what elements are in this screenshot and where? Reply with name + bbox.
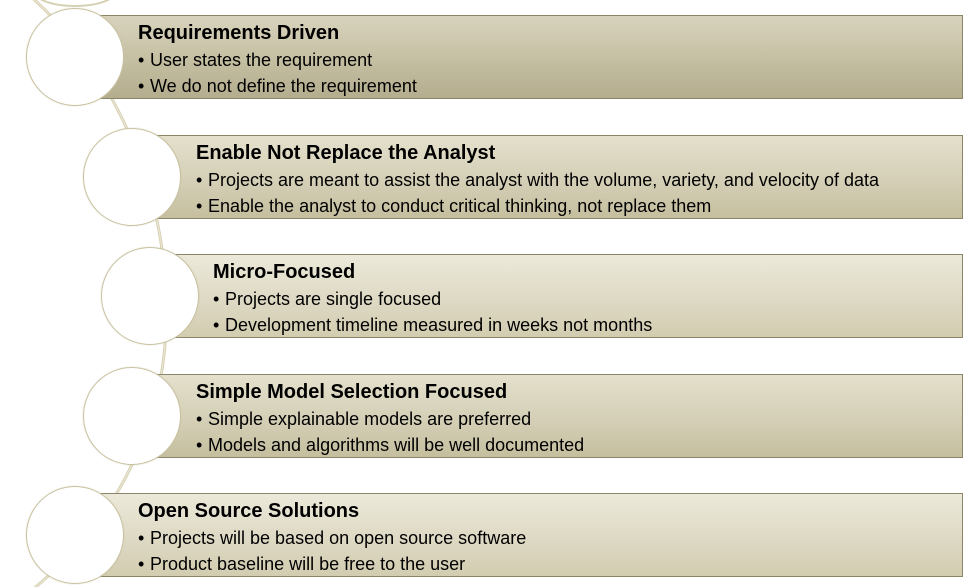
- bullet-text: Projects will be based on open source so…: [150, 528, 527, 548]
- step-bullet: • Development timeline measured in weeks …: [213, 312, 652, 338]
- bullet-icon: •: [138, 528, 145, 548]
- step-text-2: Enable Not Replace the Analyst • Projects…: [196, 139, 879, 219]
- bullet-icon: •: [196, 409, 203, 429]
- bullet-icon: •: [196, 170, 203, 190]
- bullet-text: Simple explainable models are preferred: [208, 409, 532, 429]
- step-bullet: • Projects are single focused: [213, 286, 652, 312]
- process-diagram: Requirements Driven • User states the req…: [0, 0, 977, 587]
- step-bullet: • Product baseline will be free to the us…: [138, 551, 526, 577]
- step-node-4: [83, 367, 181, 465]
- step-bullet: • We do not define the requirement: [138, 73, 417, 99]
- step-title: Simple Model Selection Focused: [196, 381, 508, 403]
- step-title: Enable Not Replace the Analyst: [196, 142, 496, 164]
- bullet-icon: •: [213, 289, 220, 309]
- step-bullet: • User states the requirement: [138, 47, 417, 73]
- step-bullet: • Enable the analyst to conduct critical …: [196, 193, 879, 219]
- step-node-1: [26, 8, 124, 106]
- step-bullet: • Projects will be based on open source s…: [138, 525, 526, 551]
- bullet-icon: •: [196, 435, 203, 455]
- bullet-icon: •: [138, 554, 145, 574]
- bullet-text: User states the requirement: [150, 50, 373, 70]
- step-node-3: [101, 247, 199, 345]
- step-bullet: • Projects are meant to assist the analys…: [196, 167, 879, 193]
- step-title: Requirements Driven: [138, 22, 340, 44]
- bullet-text: Projects are meant to assist the analyst…: [208, 170, 879, 190]
- step-text-1: Requirements Driven • User states the req…: [138, 19, 417, 99]
- bullet-icon: •: [213, 315, 220, 335]
- bullet-text: Enable the analyst to conduct critical t…: [208, 196, 712, 216]
- bullet-icon: •: [138, 76, 145, 96]
- step-text-5: Open Source Solutions • Projects will be …: [138, 497, 526, 577]
- step-bullet: • Models and algorithms will be well docu…: [196, 432, 584, 458]
- bullet-text: Development timeline measured in weeks n…: [225, 315, 653, 335]
- bullet-text: Models and algorithms will be well docum…: [208, 435, 585, 455]
- bullet-icon: •: [196, 196, 203, 216]
- step-node-5: [26, 486, 124, 584]
- step-text-3: Micro-Focused • Projects are single focus…: [213, 258, 652, 338]
- step-title: Open Source Solutions: [138, 500, 360, 522]
- bullet-text: We do not define the requirement: [150, 76, 417, 96]
- step-text-4: Simple Model Selection Focused • Simple e…: [196, 378, 584, 458]
- bullet-text: Product baseline will be free to the use…: [150, 554, 466, 574]
- bullet-icon: •: [138, 50, 145, 70]
- step-node-2: [83, 128, 181, 226]
- step-title: Micro-Focused: [213, 261, 356, 283]
- step-bullet: • Simple explainable models are preferred: [196, 406, 584, 432]
- bullet-text: Projects are single focused: [225, 289, 442, 309]
